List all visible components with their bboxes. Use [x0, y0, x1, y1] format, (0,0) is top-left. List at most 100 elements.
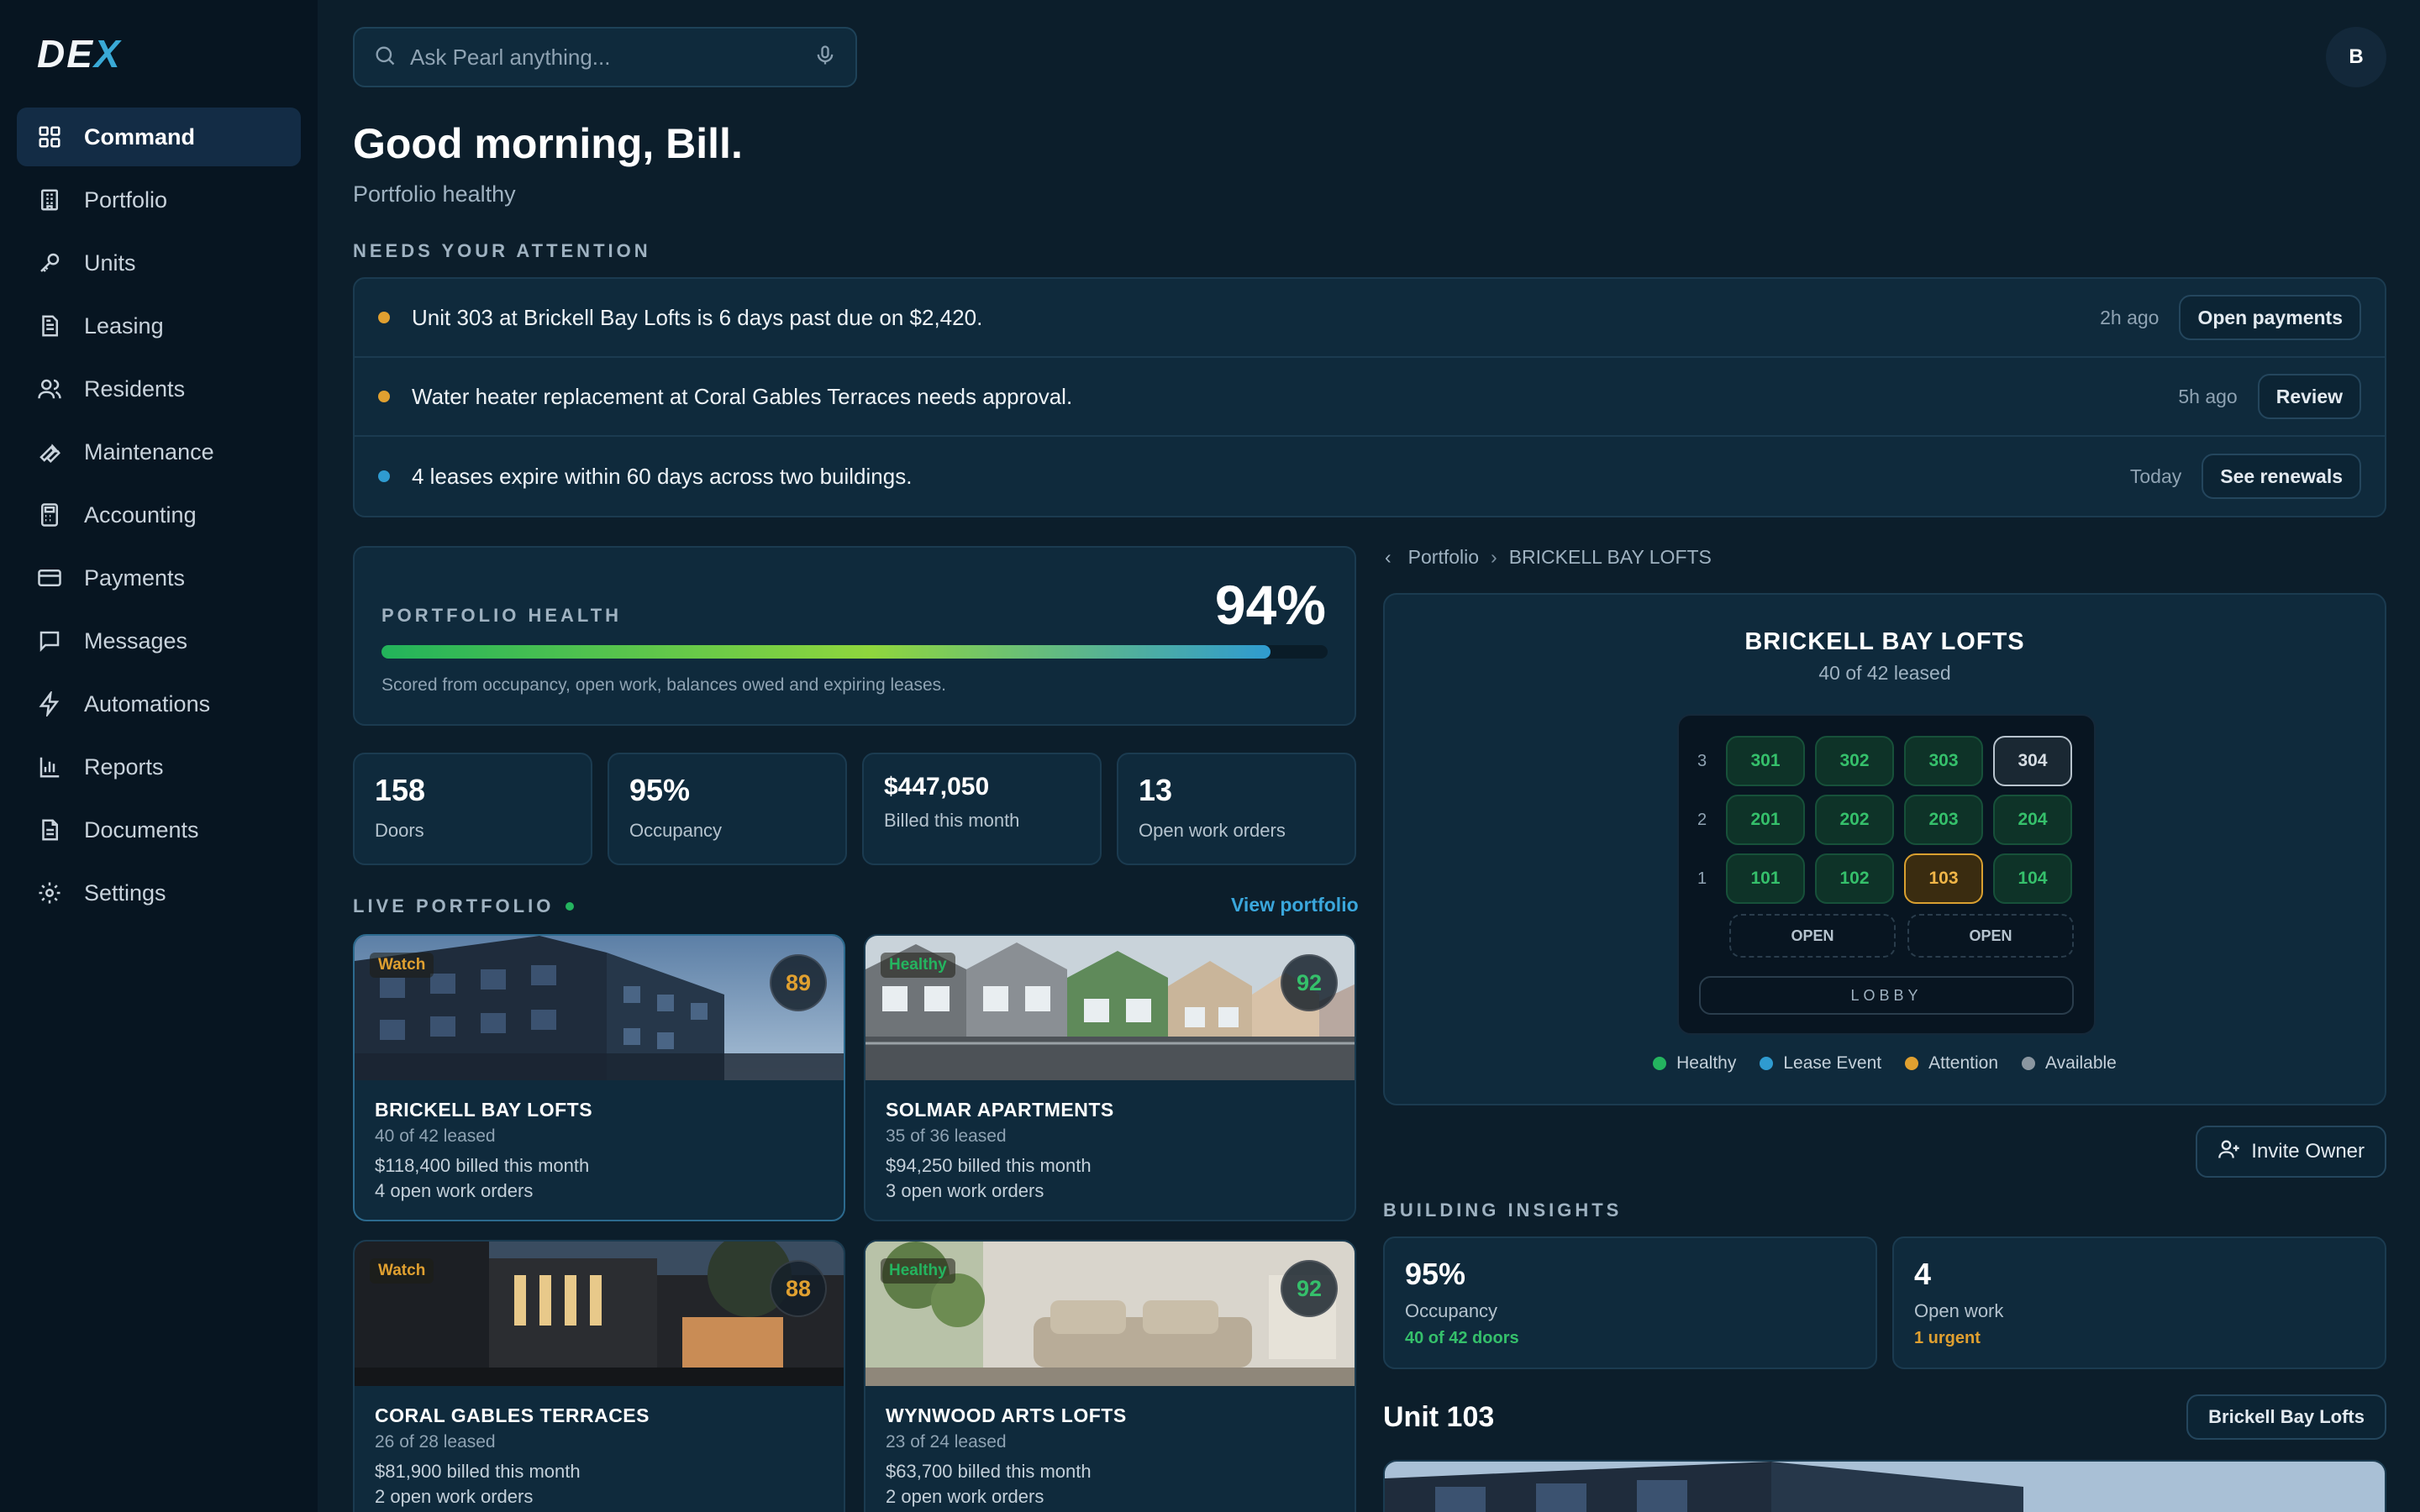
unit-tile[interactable]: 104	[1993, 853, 2072, 904]
unit-tile[interactable]: 203	[1904, 795, 1983, 845]
stats-row: 158 Doors 95% Occupancy $447,050 Billed …	[353, 753, 1356, 865]
property-work-orders: 2 open work orders	[375, 1486, 534, 1507]
legend-item: Lease Event	[1760, 1053, 1881, 1074]
health-score: 94%	[1214, 574, 1326, 636]
legend-dot	[1905, 1057, 1919, 1070]
legend-dot	[1653, 1057, 1667, 1070]
property-leased: 40 of 42 leased	[375, 1126, 496, 1146]
property-photo: Healthy 92	[865, 1242, 1355, 1386]
live-indicator-dot	[566, 902, 575, 911]
unit-tile[interactable]: 102	[1815, 853, 1894, 904]
property-billed: $118,400 billed this month	[375, 1155, 590, 1176]
unit-tile[interactable]: 301	[1726, 736, 1805, 786]
legend-label: Healthy	[1676, 1053, 1737, 1073]
review-button[interactable]: Review	[2257, 374, 2361, 419]
property-card-wynwood[interactable]: Healthy 92 WYNWOOD ARTS LOFTS 23 of 24 l…	[864, 1240, 1356, 1512]
attention-text: Unit 303 at Brickell Bay Lofts is 6 days…	[412, 304, 983, 330]
stat-doors: 158 Doors	[353, 753, 592, 865]
property-name: BRICKELL BAY LOFTS	[375, 1099, 593, 1121]
property-billed: $94,250 billed this month	[886, 1155, 1092, 1176]
sidebar-item-portfolio[interactable]: Portfolio	[17, 171, 301, 229]
search-input[interactable]	[410, 44, 813, 71]
sidebar-item-payments[interactable]: Payments	[17, 549, 301, 607]
insight-note: 1 urgent	[1914, 1329, 1981, 1347]
building-insights-heading: BUILDING INSIGHTS	[1383, 1200, 1623, 1221]
open-payments-button[interactable]: Open payments	[2179, 295, 2361, 340]
floor-number: 2	[1697, 810, 1707, 829]
sidebar-item-command[interactable]: Command	[17, 108, 301, 166]
file-icon	[37, 817, 62, 843]
unit-tile[interactable]: 103	[1904, 853, 1983, 904]
sidebar-item-messages[interactable]: Messages	[17, 612, 301, 670]
insight-open-work: 4 Open work 1 urgent	[1892, 1236, 2386, 1369]
sidebar-item-automations[interactable]: Automations	[17, 675, 301, 733]
unit-tile[interactable]: 101	[1726, 853, 1805, 904]
dex-logo[interactable]: DEX	[37, 30, 301, 77]
status-dot	[378, 391, 390, 402]
sidebar-item-residents[interactable]: Residents	[17, 360, 301, 418]
attention-item: Unit 303 at Brickell Bay Lofts is 6 days…	[355, 279, 2385, 358]
unit-tile[interactable]: 204	[1993, 795, 2072, 845]
stat-value: 13	[1139, 773, 1173, 807]
floor-row: 1 101 102 103 104	[1697, 853, 2082, 904]
sidebar-item-documents[interactable]: Documents	[17, 801, 301, 859]
property-card-solmar[interactable]: Healthy 92 SOLMAR APARTMENTS 35 of 36 le…	[864, 934, 1356, 1221]
stat-label: Occupancy	[629, 820, 723, 841]
open-slot: OPEN	[1729, 914, 1896, 958]
sidebar-item-units[interactable]: Units	[17, 234, 301, 292]
insight-value: 4	[1914, 1257, 1932, 1291]
sidebar-item-label: Reports	[84, 753, 164, 780]
unit-tile[interactable]: 303	[1904, 736, 1983, 786]
property-name: SOLMAR APARTMENTS	[886, 1099, 1114, 1121]
stat-label: Billed this month	[884, 810, 1020, 831]
stat-occupancy: 95% Occupancy	[608, 753, 847, 865]
sidebar-item-leasing[interactable]: Leasing	[17, 297, 301, 355]
unit-tile[interactable]: 202	[1815, 795, 1894, 845]
unit-grid: 3 301 302 303 304 2 201 202 203 204 1 10…	[1677, 714, 2096, 1035]
legend-dot	[1760, 1057, 1774, 1070]
back-chevron-icon[interactable]: ‹	[1385, 546, 1392, 569]
property-billed: $81,900 billed this month	[375, 1461, 581, 1482]
invite-owner-button[interactable]: Invite Owner	[2196, 1126, 2386, 1178]
sidebar-item-settings[interactable]: Settings	[17, 864, 301, 922]
sidebar-item-label: Payments	[84, 564, 186, 591]
credit-card-icon	[37, 565, 62, 591]
insight-value: 95%	[1405, 1257, 1466, 1291]
unit-building-tag[interactable]: Brickell Bay Lofts	[2186, 1394, 2386, 1440]
breadcrumb-current: BRICKELL BAY LOFTS	[1508, 546, 1712, 568]
property-leased: 26 of 28 leased	[375, 1432, 496, 1452]
status-badge: Watch	[370, 953, 434, 978]
sidebar-item-maintenance[interactable]: Maintenance	[17, 423, 301, 481]
sidebar-item-label: Automations	[84, 690, 211, 717]
health-score-badge: 92	[1281, 954, 1338, 1011]
attention-time: Today	[2129, 465, 2182, 487]
legend-item: Attention	[1905, 1053, 1998, 1074]
property-billed: $63,700 billed this month	[886, 1461, 1092, 1482]
attention-list: Unit 303 at Brickell Bay Lofts is 6 days…	[353, 277, 2386, 517]
unit-tile[interactable]: 201	[1726, 795, 1805, 845]
live-label: LIVE PORTFOLIO	[353, 895, 555, 916]
key-icon	[37, 250, 62, 276]
avatar[interactable]: B	[2326, 27, 2386, 87]
attention-item: 4 leases expire within 60 days across tw…	[355, 437, 2385, 516]
property-name: WYNWOOD ARTS LOFTS	[886, 1404, 1127, 1426]
invite-owner-label: Invite Owner	[2251, 1140, 2365, 1163]
property-leased: 23 of 24 leased	[886, 1432, 1007, 1452]
microphone-icon[interactable]	[813, 44, 837, 71]
chat-icon	[37, 628, 62, 654]
search-bar[interactable]	[353, 27, 857, 87]
main-content: B Good morning, Bill. Portfolio healthy …	[353, 0, 2386, 1512]
unit-tile[interactable]: 304	[1993, 736, 2072, 786]
property-card-coral-gables[interactable]: Watch 88 CORAL GABLES TERRACES 26 of 28 …	[353, 1240, 845, 1512]
unit-tile[interactable]: 302	[1815, 736, 1894, 786]
property-card-brickell[interactable]: Watch 89 BRICKELL BAY LOFTS 40 of 42 lea…	[353, 934, 845, 1221]
property-name: CORAL GABLES TERRACES	[375, 1404, 650, 1426]
floor-number: 1	[1697, 869, 1707, 888]
sidebar-item-reports[interactable]: Reports	[17, 738, 301, 796]
health-score-badge: 89	[770, 954, 827, 1011]
wrench-icon	[37, 439, 62, 465]
breadcrumb-portfolio-link[interactable]: Portfolio	[1408, 546, 1479, 569]
sidebar-item-accounting[interactable]: Accounting	[17, 486, 301, 544]
see-renewals-button[interactable]: See renewals	[2202, 454, 2361, 499]
view-portfolio-link[interactable]: View portfolio	[1231, 894, 1359, 916]
